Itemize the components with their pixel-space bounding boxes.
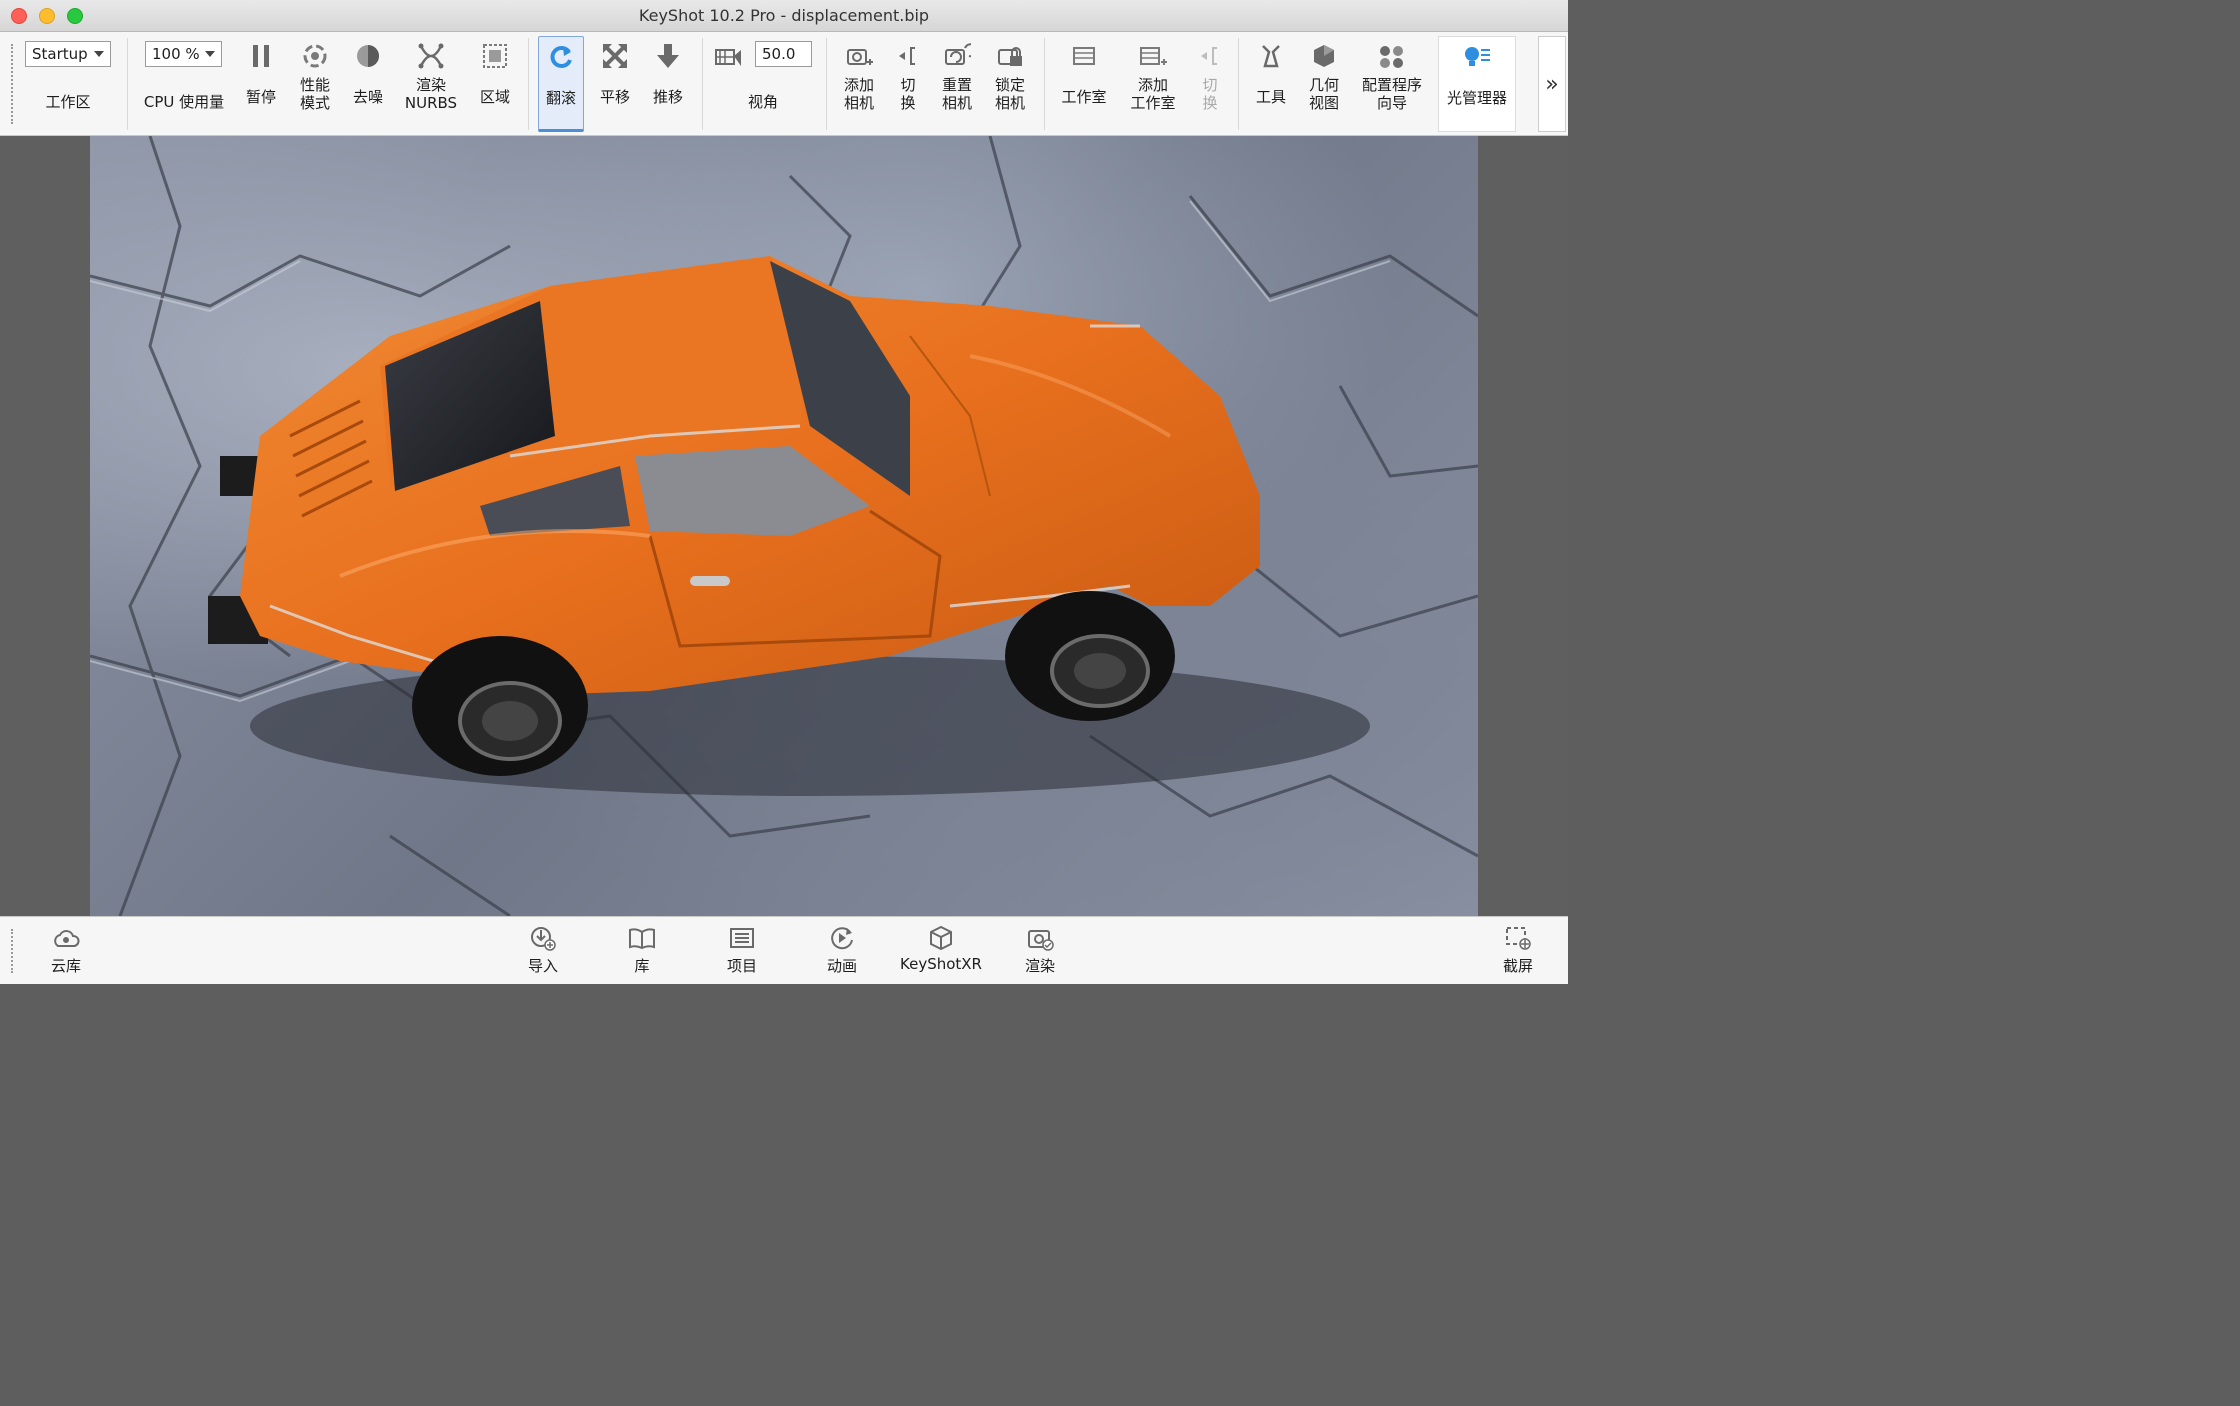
add-camera-icon [845,38,873,74]
dolly-arrow-icon [654,38,682,74]
geometry-view-button[interactable]: 几何 视图 [1300,32,1348,135]
cloud-icon [52,923,80,953]
switch-camera-icon [895,38,921,74]
reset-camera-icon [943,38,971,74]
divider [528,38,529,130]
switch-studio-button[interactable]: 切 换 [1196,32,1224,135]
ribbon-grip[interactable] [11,44,17,124]
divider [826,38,827,130]
tools-button[interactable]: 工具 [1248,32,1294,135]
keyshotxr-cube-icon [927,923,955,953]
pause-icon [250,38,272,74]
render-viewport[interactable] [0,136,1568,916]
cpu-usage-label: CPU 使用量 [143,93,225,111]
performance-mode-icon [301,38,329,74]
region-icon [481,38,509,74]
tumble-button[interactable]: 翻滚 [538,36,584,132]
animation-button[interactable]: 动画 [820,923,864,981]
divider [1238,38,1239,130]
light-manager-button[interactable]: 光管理器 [1438,36,1516,132]
cpu-usage-value: 100 % [152,45,200,63]
performance-mode-button[interactable]: 性能 模式 [290,32,340,135]
window-title: KeyShot 10.2 Pro - displacement.bip [638,6,930,25]
library-button[interactable]: 库 [622,923,662,981]
workspace-dropdown[interactable]: Startup [25,41,111,67]
screenshot-icon [1504,923,1532,953]
render-camera-icon [1026,923,1054,953]
configurator-wizard-button[interactable]: 配置程序 向导 [1356,32,1428,135]
chevron-down-icon [205,51,215,57]
dolly-button[interactable]: 推移 [645,32,691,135]
region-button[interactable]: 区域 [472,32,518,135]
tools-icon [1257,38,1285,74]
divider [702,38,703,130]
rear-wheel [412,636,588,776]
ribbon-toolbar: Startup 工作区 100 % CPU 使用量 暂停 性能 模式 去噪 渲染… [0,32,1568,136]
workspace-label: 工作区 [45,93,91,111]
configurator-wizard-icon [1377,38,1407,74]
render-nurbs-button[interactable]: 渲染 NURBS [398,32,464,135]
tumble-icon [547,39,575,75]
car-on-rock-render [90,136,1478,916]
keyshotxr-button[interactable]: KeyShotXR [898,923,984,981]
project-button[interactable]: 项目 [720,923,764,981]
render-image[interactable] [90,136,1478,916]
divider [1044,38,1045,130]
project-list-icon [728,923,756,953]
book-icon [627,923,657,953]
workspace-value: Startup [32,45,88,63]
field-of-view-input[interactable]: 50.0 [755,41,812,67]
reset-camera-button[interactable]: 重置 相机 [934,32,980,135]
studio-icon [1070,38,1098,74]
import-icon [529,923,557,953]
render-button[interactable]: 渲染 [1020,923,1060,981]
add-camera-button[interactable]: 添加 相机 [836,32,882,135]
lock-camera-icon [996,38,1024,74]
cloud-library-button[interactable]: 云库 [46,923,86,981]
switch-camera-button[interactable]: 切 换 [894,32,922,135]
denoise-button[interactable]: 去噪 [345,32,391,135]
cpu-usage-dropdown[interactable]: 100 % [145,41,222,67]
front-wheel [1005,591,1175,721]
screenshot-button[interactable]: 截屏 [1496,923,1540,981]
pan-button[interactable]: 平移 [592,32,638,135]
lock-camera-button[interactable]: 锁定 相机 [987,32,1033,135]
title-bar: KeyShot 10.2 Pro - displacement.bip [0,0,1568,32]
denoise-icon [354,38,382,74]
animation-play-icon [828,923,856,953]
nurbs-icon [417,38,445,74]
import-button[interactable]: 导入 [521,923,565,981]
add-studio-button[interactable]: 添加 工作室 [1122,32,1184,135]
studio-button[interactable]: 工作室 [1056,32,1112,135]
field-of-view-icon [714,44,742,68]
pan-icon [601,38,629,74]
pause-button[interactable]: 暂停 [238,32,284,135]
bottom-toolbar: 云库 导入 库 项目 动画 KeyShotXR 渲染 截屏 [0,916,1568,984]
ribbon-overflow-button[interactable]: » [1538,36,1566,132]
chevron-down-icon [94,51,104,57]
geometry-view-icon [1310,38,1338,74]
divider [127,38,128,130]
switch-studio-icon [1197,38,1223,74]
bottom-grip[interactable] [11,929,17,973]
light-bulb-icon [1462,39,1492,75]
field-of-view-label: 视角 [747,93,778,111]
add-studio-icon [1138,38,1168,74]
